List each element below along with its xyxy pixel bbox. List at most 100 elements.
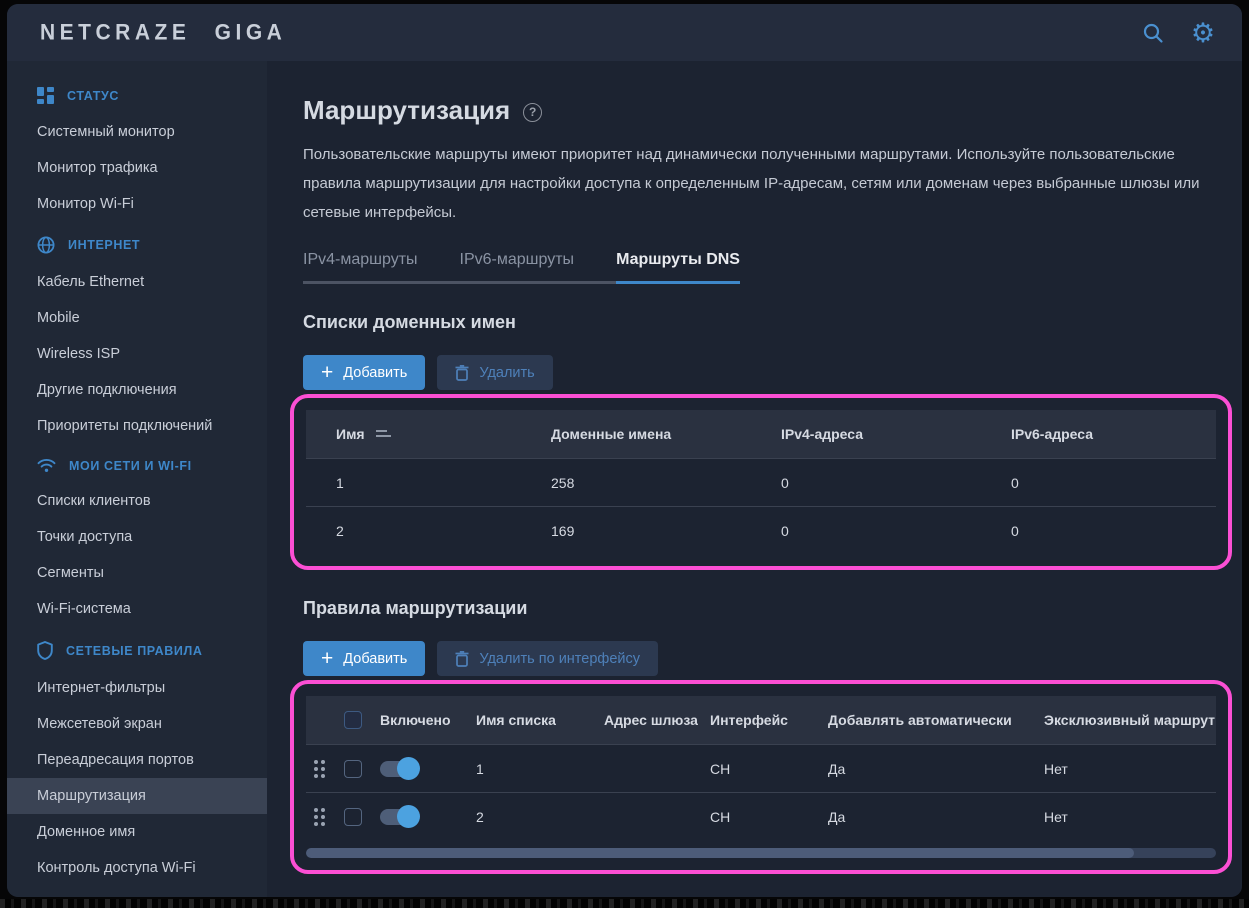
sidebar-item-system-monitor[interactable]: Системный монитор xyxy=(7,114,267,150)
gear-icon[interactable]: ⚙ xyxy=(1190,20,1216,46)
column-header-enabled: Включено xyxy=(380,712,476,728)
routing-rules-heading: Правила маршрутизации xyxy=(303,598,1232,619)
sort-icon[interactable] xyxy=(376,429,391,439)
sidebar-item-access-points[interactable]: Точки доступа xyxy=(7,519,267,555)
sidebar-section-label: СТАТУС xyxy=(67,89,119,103)
brand-logo: NETCRAZE GIGA xyxy=(40,20,286,45)
column-header-auto-add: Добавлять автоматически xyxy=(828,712,1044,728)
page-title: Маршрутизация xyxy=(303,95,510,126)
wifi-icon xyxy=(37,458,56,473)
sidebar-section-network-rules: СЕТЕВЫЕ ПРАВИЛА xyxy=(7,627,267,670)
add-routing-rule-button[interactable]: + Добавить xyxy=(303,641,425,676)
domain-list-row[interactable]: 2 169 0 0 xyxy=(306,506,1216,554)
sidebar-item-domain-name[interactable]: Доменное имя xyxy=(7,814,267,850)
sidebar-section-my-networks: МОИ СЕТИ И WI-FI xyxy=(7,444,267,483)
column-header-ipv6: IPv6-адреса xyxy=(1011,426,1216,442)
drag-handle-icon[interactable] xyxy=(312,758,344,780)
cell-ipv6: 0 xyxy=(1011,475,1216,491)
globe-icon xyxy=(37,236,55,254)
cell-exclusive: Нет xyxy=(1044,761,1216,777)
cell-ipv6: 0 xyxy=(1011,523,1216,539)
domain-lists-highlight-box: Имя Доменные имена IPv4-адреса IPv6-адре… xyxy=(290,394,1232,570)
cell-list-name: 1 xyxy=(476,761,604,777)
screenshot-edge-dashes xyxy=(0,899,1249,908)
sidebar-section-label: МОИ СЕТИ И WI-FI xyxy=(69,459,192,473)
sidebar-item-wifi-system[interactable]: Wi-Fi-система xyxy=(7,591,267,627)
routing-rule-row[interactable]: 2 CH Да Нет xyxy=(306,792,1216,840)
routing-rules-table-header: Включено Имя списка Адрес шлюза Интерфей… xyxy=(306,696,1216,744)
cell-list-name: 2 xyxy=(476,809,604,825)
sidebar-item-connection-priorities[interactable]: Приоритеты подключений xyxy=(7,408,267,444)
tab-dns-routes[interactable]: Маршруты DNS xyxy=(616,251,740,284)
drag-handle-icon[interactable] xyxy=(312,806,344,828)
sidebar: СТАТУС Системный монитор Монитор трафика… xyxy=(7,61,267,897)
cell-exclusive: Нет xyxy=(1044,809,1216,825)
sidebar-item-other-connections[interactable]: Другие подключения xyxy=(7,372,267,408)
delete-domain-list-button[interactable]: Удалить xyxy=(437,355,552,390)
shield-icon xyxy=(37,641,53,660)
delete-by-interface-button[interactable]: Удалить по интерфейсу xyxy=(437,641,658,676)
sidebar-item-ethernet[interactable]: Кабель Ethernet xyxy=(7,264,267,300)
sidebar-item-mobile[interactable]: Mobile xyxy=(7,300,267,336)
tab-ipv6-routes[interactable]: IPv6-маршруты xyxy=(460,251,575,284)
topbar-icons: ⚙ xyxy=(1140,20,1216,46)
sidebar-section-label: СЕТЕВЫЕ ПРАВИЛА xyxy=(66,644,202,658)
cell-ipv4: 0 xyxy=(781,523,1011,539)
select-all-checkbox[interactable] xyxy=(344,711,362,729)
domain-lists-table-header: Имя Доменные имена IPv4-адреса IPv6-адре… xyxy=(306,410,1216,458)
sidebar-item-wifi-access-control[interactable]: Контроль доступа Wi-Fi xyxy=(7,850,267,886)
cell-auto-add: Да xyxy=(828,809,1044,825)
cell-domains: 258 xyxy=(551,475,781,491)
column-header-domains: Доменные имена xyxy=(551,426,781,442)
trash-icon xyxy=(455,651,469,667)
plus-icon: + xyxy=(321,648,333,669)
sidebar-item-wifi-monitor[interactable]: Монитор Wi-Fi xyxy=(7,186,267,222)
cell-domains: 169 xyxy=(551,523,781,539)
app-window: NETCRAZE GIGA ⚙ xyxy=(7,4,1242,897)
plus-icon: + xyxy=(321,362,333,383)
sidebar-item-routing[interactable]: Маршрутизация xyxy=(7,778,267,814)
search-icon[interactable] xyxy=(1140,20,1166,46)
routing-rules-highlight-box: Включено Имя списка Адрес шлюза Интерфей… xyxy=(290,680,1232,874)
add-domain-list-button[interactable]: + Добавить xyxy=(303,355,425,390)
page-description: Пользовательские маршруты имеют приорите… xyxy=(303,140,1218,227)
sidebar-item-port-forwarding[interactable]: Переадресация портов xyxy=(7,742,267,778)
domain-list-row[interactable]: 1 258 0 0 xyxy=(306,458,1216,506)
cell-interface: CH xyxy=(710,809,828,825)
sidebar-item-firewall[interactable]: Межсетевой экран xyxy=(7,706,267,742)
enabled-toggle[interactable] xyxy=(380,761,416,777)
cell-interface: CH xyxy=(710,761,828,777)
row-checkbox[interactable] xyxy=(344,760,362,778)
sidebar-item-client-lists[interactable]: Списки клиентов xyxy=(7,483,267,519)
sidebar-section-status: СТАТУС xyxy=(7,73,267,114)
trash-icon xyxy=(455,365,469,381)
sidebar-item-traffic-monitor[interactable]: Монитор трафика xyxy=(7,150,267,186)
domain-lists-heading: Списки доменных имен xyxy=(303,312,1232,333)
column-header-interface: Интерфейс xyxy=(710,712,828,728)
help-icon[interactable]: ? xyxy=(523,103,542,122)
column-header-list-name: Имя списка xyxy=(476,712,604,728)
routing-rule-row[interactable]: 1 CH Да Нет xyxy=(306,744,1216,792)
column-header-exclusive-route: Эксклюзивный маршрут xyxy=(1044,712,1216,728)
cell-auto-add: Да xyxy=(828,761,1044,777)
sidebar-item-wireless-isp[interactable]: Wireless ISP xyxy=(7,336,267,372)
cell-name: 1 xyxy=(336,475,551,491)
horizontal-scrollbar xyxy=(306,848,1216,858)
cell-name: 2 xyxy=(336,523,551,539)
enabled-toggle[interactable] xyxy=(380,809,416,825)
sidebar-item-segments[interactable]: Сегменты xyxy=(7,555,267,591)
tab-bar: IPv4-маршруты IPv6-маршруты Маршруты DNS xyxy=(303,251,740,284)
sidebar-item-internet-filters[interactable]: Интернет-фильтры xyxy=(7,670,267,706)
sidebar-section-internet: ИНТЕРНЕТ xyxy=(7,222,267,264)
dashboard-icon xyxy=(37,87,54,104)
tab-ipv4-routes[interactable]: IPv4-маршруты xyxy=(303,251,418,284)
main-content: Маршрутизация ? Пользовательские маршрут… xyxy=(267,61,1242,897)
cell-ipv4: 0 xyxy=(781,475,1011,491)
sidebar-section-label: ИНТЕРНЕТ xyxy=(68,238,140,252)
column-header-gateway: Адрес шлюза xyxy=(604,712,710,728)
row-checkbox[interactable] xyxy=(344,808,362,826)
column-header-name[interactable]: Имя xyxy=(336,426,365,442)
scrollbar-thumb[interactable] xyxy=(306,848,1134,858)
top-bar: NETCRAZE GIGA ⚙ xyxy=(7,4,1242,61)
column-header-ipv4: IPv4-адреса xyxy=(781,426,1011,442)
